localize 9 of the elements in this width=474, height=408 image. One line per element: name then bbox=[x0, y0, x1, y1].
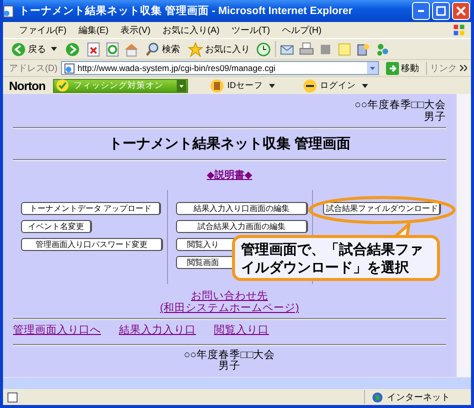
event-name: ○○年度春季□□大会 bbox=[354, 99, 446, 111]
window-title: トーナメント結果ネット収集 管理画面 - Microsoft Internet Explorer bbox=[19, 4, 354, 18]
norton-brand: Norton bbox=[9, 78, 46, 92]
page-title: トーナメント結果ネット収集 管理画面 bbox=[108, 135, 352, 153]
address-label: アドレス(D) bbox=[9, 62, 58, 74]
event-name: 男子 bbox=[424, 111, 446, 123]
internet-zone: インターネット bbox=[387, 390, 451, 404]
event-name: ○○年度春季□□大会 bbox=[184, 350, 276, 361]
event-name: 男子 bbox=[218, 361, 240, 372]
